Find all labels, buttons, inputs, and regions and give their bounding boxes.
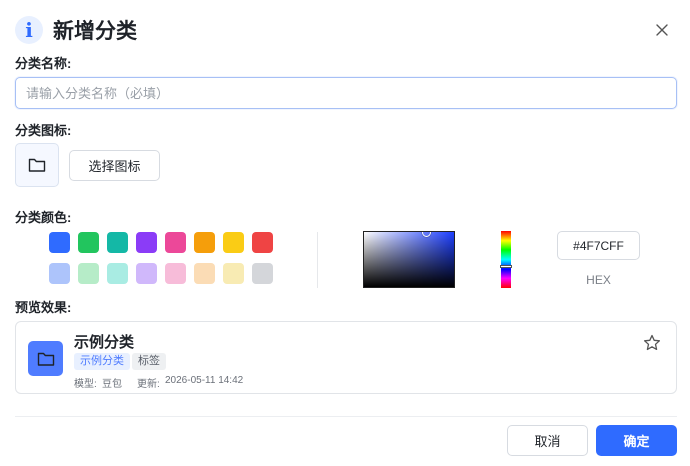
label-tag: 标签 [132,353,166,370]
model-value: 豆包 [102,379,122,390]
color-swatch[interactable] [136,232,157,253]
dialog-title: 新增分类 [53,20,137,43]
model-label: 模型: [74,379,97,390]
color-swatch[interactable] [194,263,215,284]
color-swatch[interactable] [136,263,157,284]
hex-label: HEX [586,273,611,287]
preview-label: 预览效果: [15,300,72,315]
divider [317,232,318,288]
color-swatch[interactable] [165,263,186,284]
hex-color-input[interactable]: #4F7CFF [557,231,640,260]
updated-value: 2026-05-11 14:42 [165,375,244,386]
hue-slider[interactable] [500,231,512,288]
footer-divider [15,416,677,417]
category-tag: 示例分类 [74,353,130,370]
add-category-dialog: i 新增分类 分类名称: 分类图标: 选择图标 分类颜色: #4F7CFF HE… [0,0,690,466]
close-icon[interactable] [654,22,670,38]
category-color-label: 分类颜色: [15,210,72,225]
color-swatch[interactable] [252,263,273,284]
folder-icon [28,158,46,172]
choose-icon-button[interactable]: 选择图标 [69,150,160,181]
hue-handle[interactable] [500,265,512,268]
category-icon-label: 分类图标: [15,123,72,138]
updated-label: 更新: [137,379,160,390]
color-swatch[interactable] [223,263,244,284]
color-swatch[interactable] [78,232,99,253]
star-icon[interactable] [643,334,661,352]
color-swatch[interactable] [78,263,99,284]
selected-icon-preview[interactable] [15,143,59,187]
info-icon: i [15,16,43,44]
color-swatch[interactable] [107,263,128,284]
color-swatch[interactable] [194,232,215,253]
color-swatch[interactable] [165,232,186,253]
color-swatch[interactable] [107,232,128,253]
category-name-input[interactable] [15,77,677,109]
category-name-label: 分类名称: [15,56,72,71]
dialog-header: i 新增分类 [15,14,137,46]
preview-card: 示例分类 示例分类 标签 模型: 豆包 更新: 2026-05-11 14:42 [15,321,677,394]
preview-folder-icon [28,341,63,376]
cancel-button[interactable]: 取消 [507,425,588,456]
saturation-value-picker[interactable] [363,231,455,288]
color-swatch[interactable] [223,232,244,253]
color-swatch[interactable] [49,232,70,253]
preview-category-name: 示例分类 [74,334,135,351]
color-swatch[interactable] [252,232,273,253]
confirm-button[interactable]: 确定 [596,425,677,456]
color-swatch[interactable] [49,263,70,284]
